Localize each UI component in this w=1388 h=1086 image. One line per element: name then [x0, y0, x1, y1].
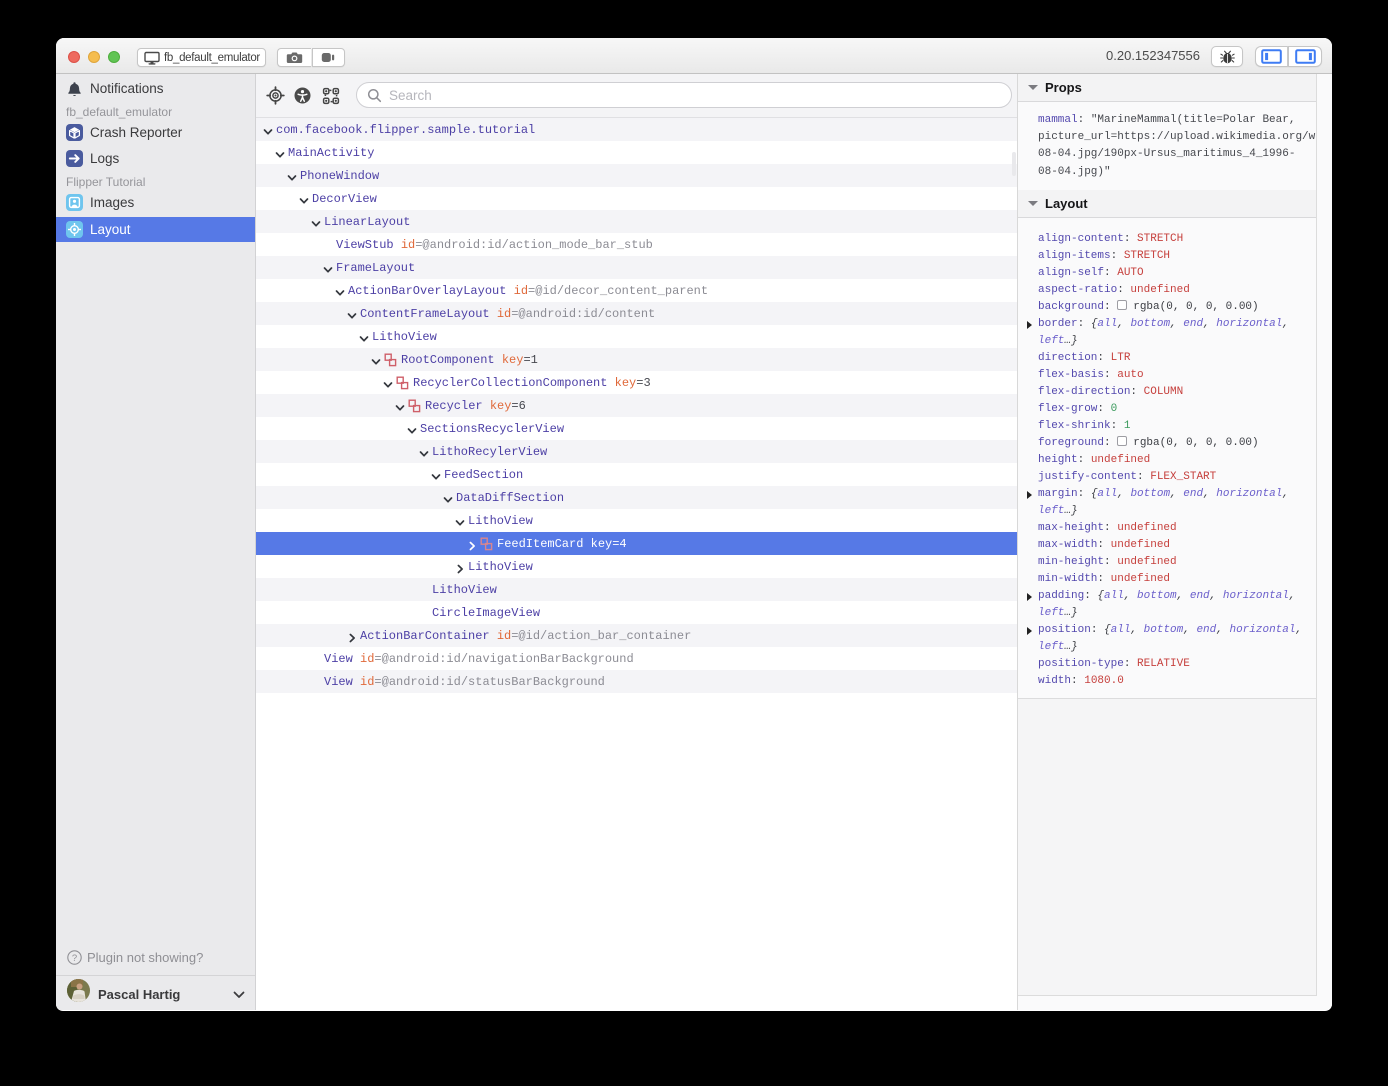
svg-text:?: ? — [72, 953, 77, 964]
